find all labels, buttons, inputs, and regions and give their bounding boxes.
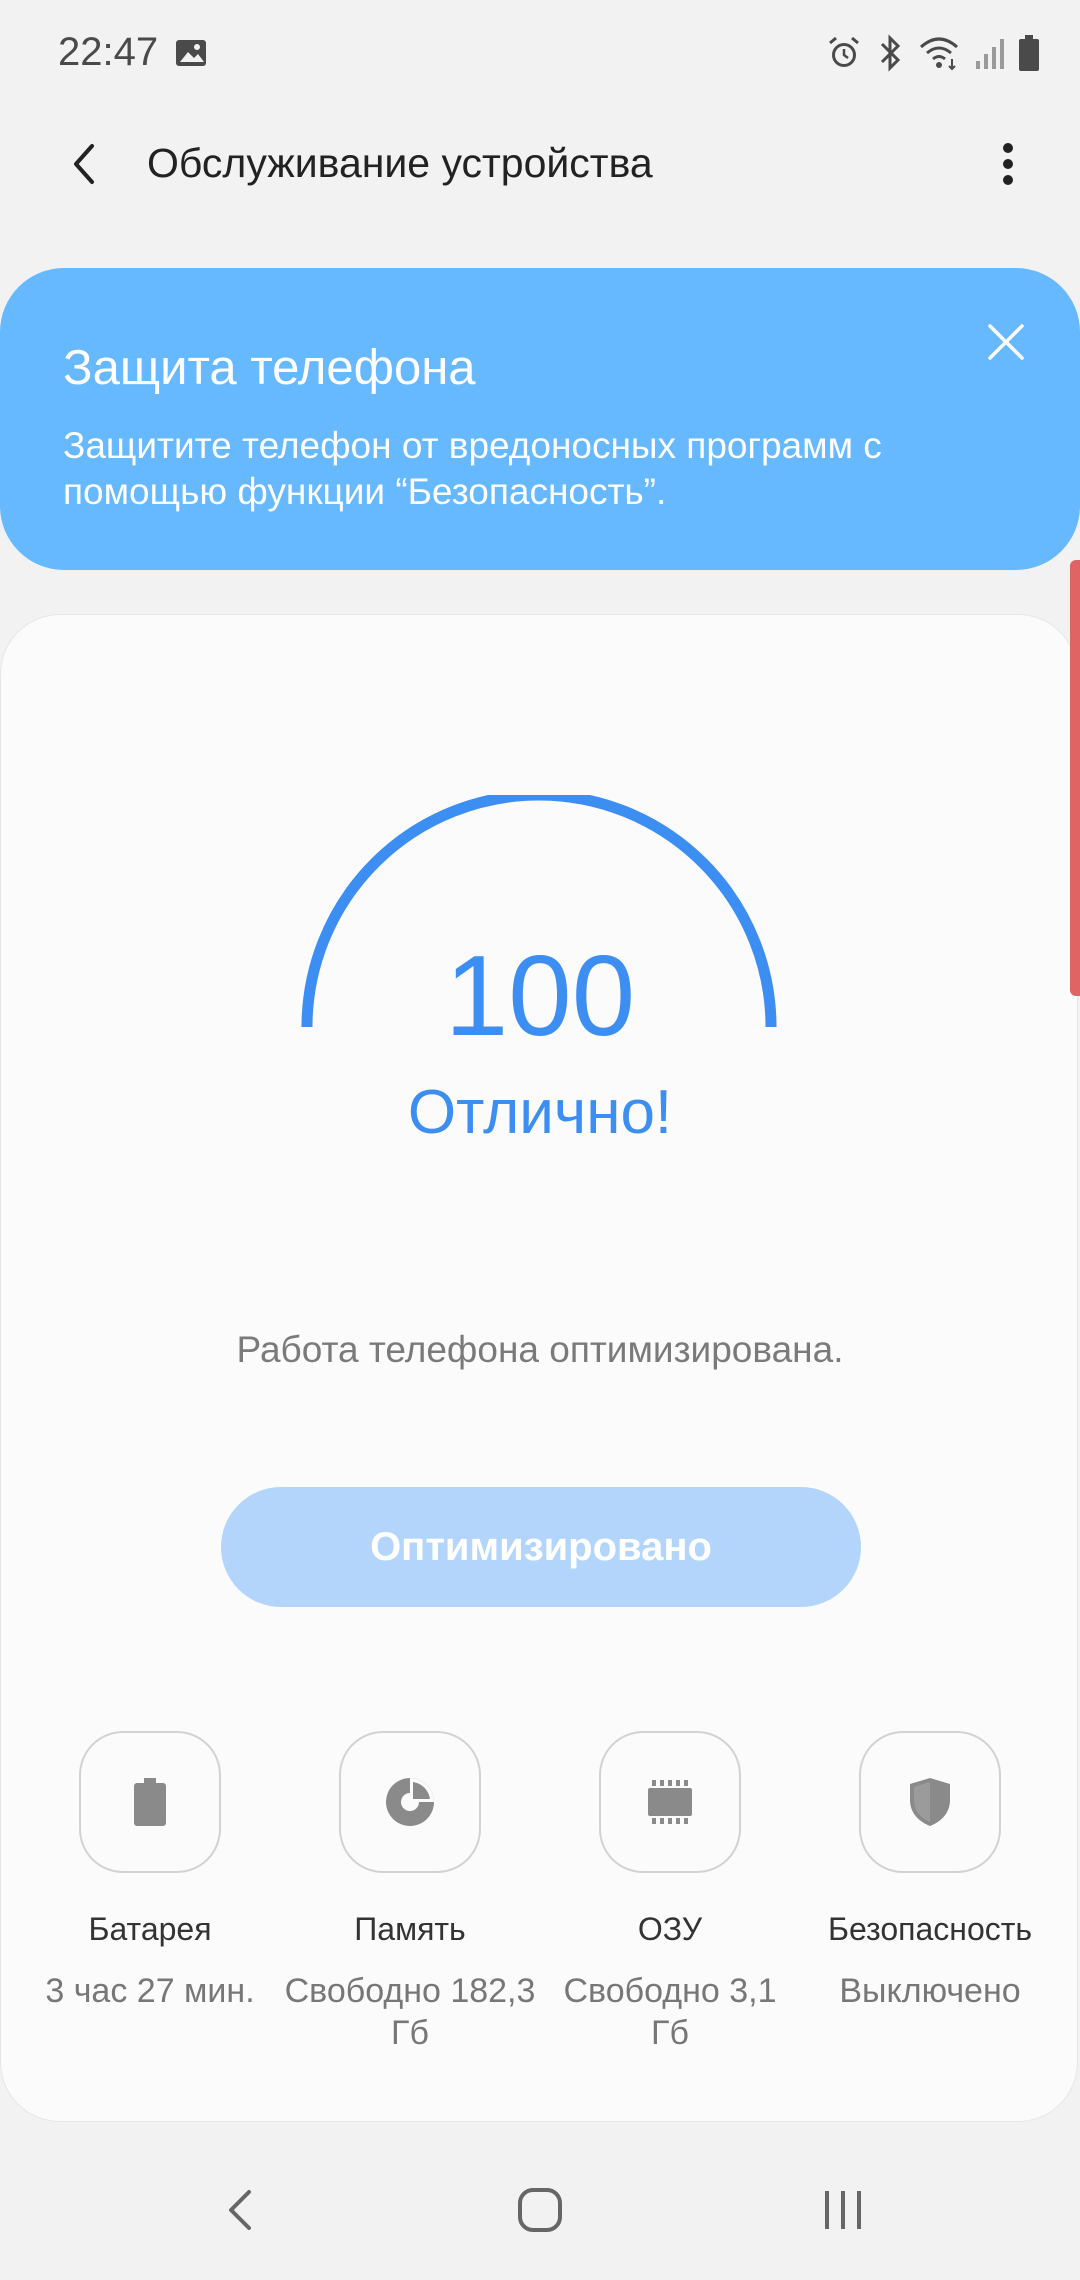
feature-ram[interactable]: ОЗУ Свободно 3,1 Гб <box>540 1731 800 2054</box>
feature-name: Память <box>354 1911 466 1947</box>
shield-icon <box>910 1778 950 1826</box>
main-card: 100 Отлично! Работа телефона оптимизиров… <box>0 614 1078 2122</box>
nav-home-icon <box>518 2188 562 2232</box>
feature-name: Батарея <box>88 1911 212 1947</box>
scroll-indicator[interactable] <box>1070 560 1080 996</box>
bluetooth-icon <box>880 34 901 72</box>
banner-title: Защита телефона <box>63 341 476 395</box>
feature-list: Батарея 3 час 27 мин. Память Свободно 18… <box>1 1731 1079 2091</box>
banner-text: Защитите телефон от вредоносных программ… <box>63 425 882 512</box>
feature-battery[interactable]: Батарея 3 час 27 мин. <box>20 1731 280 2012</box>
more-options-button[interactable] <box>976 132 1040 196</box>
close-icon <box>988 324 1024 360</box>
banner-close-button[interactable] <box>976 312 1036 372</box>
nav-recents-button[interactable] <box>803 2170 883 2250</box>
nav-recents-icon <box>825 2191 861 2229</box>
alarm-icon <box>829 36 859 67</box>
feature-icon-button[interactable] <box>599 1731 741 1873</box>
nav-back-icon <box>229 2190 251 2230</box>
chevron-left-icon <box>74 144 94 184</box>
back-button[interactable] <box>52 132 116 196</box>
signal-icon <box>976 39 1004 69</box>
feature-icon-button[interactable] <box>339 1731 481 1873</box>
storage-pie-icon <box>386 1778 434 1826</box>
ram-chip-icon <box>648 1780 692 1824</box>
battery-icon <box>134 1778 166 1826</box>
feature-value: Свободно 182,3 Гб <box>284 1972 536 2052</box>
status-time: 22:47 <box>58 30 159 74</box>
wifi-icon <box>920 37 958 71</box>
app-bar: Обслуживание устройства <box>0 104 1080 224</box>
feature-name: Безопасность <box>827 1911 1033 1947</box>
feature-value: 3 час 27 мин. <box>45 1972 255 2010</box>
feature-storage[interactable]: Память Свободно 182,3 Гб <box>280 1731 540 2054</box>
feature-security[interactable]: Безопасность Выключено <box>800 1731 1060 2012</box>
system-nav-bar <box>0 2140 1080 2280</box>
page-title: Обслуживание устройства <box>147 140 653 186</box>
feature-value: Выключено <box>839 1972 1021 2010</box>
feature-icon-button[interactable] <box>79 1731 221 1873</box>
battery-icon <box>1019 35 1039 71</box>
nav-back-button[interactable] <box>200 2170 280 2250</box>
status-message: Работа телефона оптимизирована. <box>236 1329 844 1370</box>
feature-value: Свободно 3,1 Гб <box>563 1972 777 2052</box>
score-label: Отлично! <box>407 1078 673 1147</box>
more-vert-icon <box>1003 143 1013 185</box>
optimize-button[interactable]: Оптимизировано <box>221 1487 861 1607</box>
status-icons <box>826 32 1040 74</box>
score-value: 100 <box>444 933 636 1060</box>
feature-icon-button[interactable] <box>859 1731 1001 1873</box>
gallery-icon <box>176 40 206 66</box>
protection-banner[interactable]: Защита телефона Защитите телефон от вред… <box>0 268 1080 570</box>
status-bar: 22:47 <box>0 0 1080 104</box>
feature-name: ОЗУ <box>637 1911 703 1947</box>
nav-home-button[interactable] <box>500 2170 580 2250</box>
